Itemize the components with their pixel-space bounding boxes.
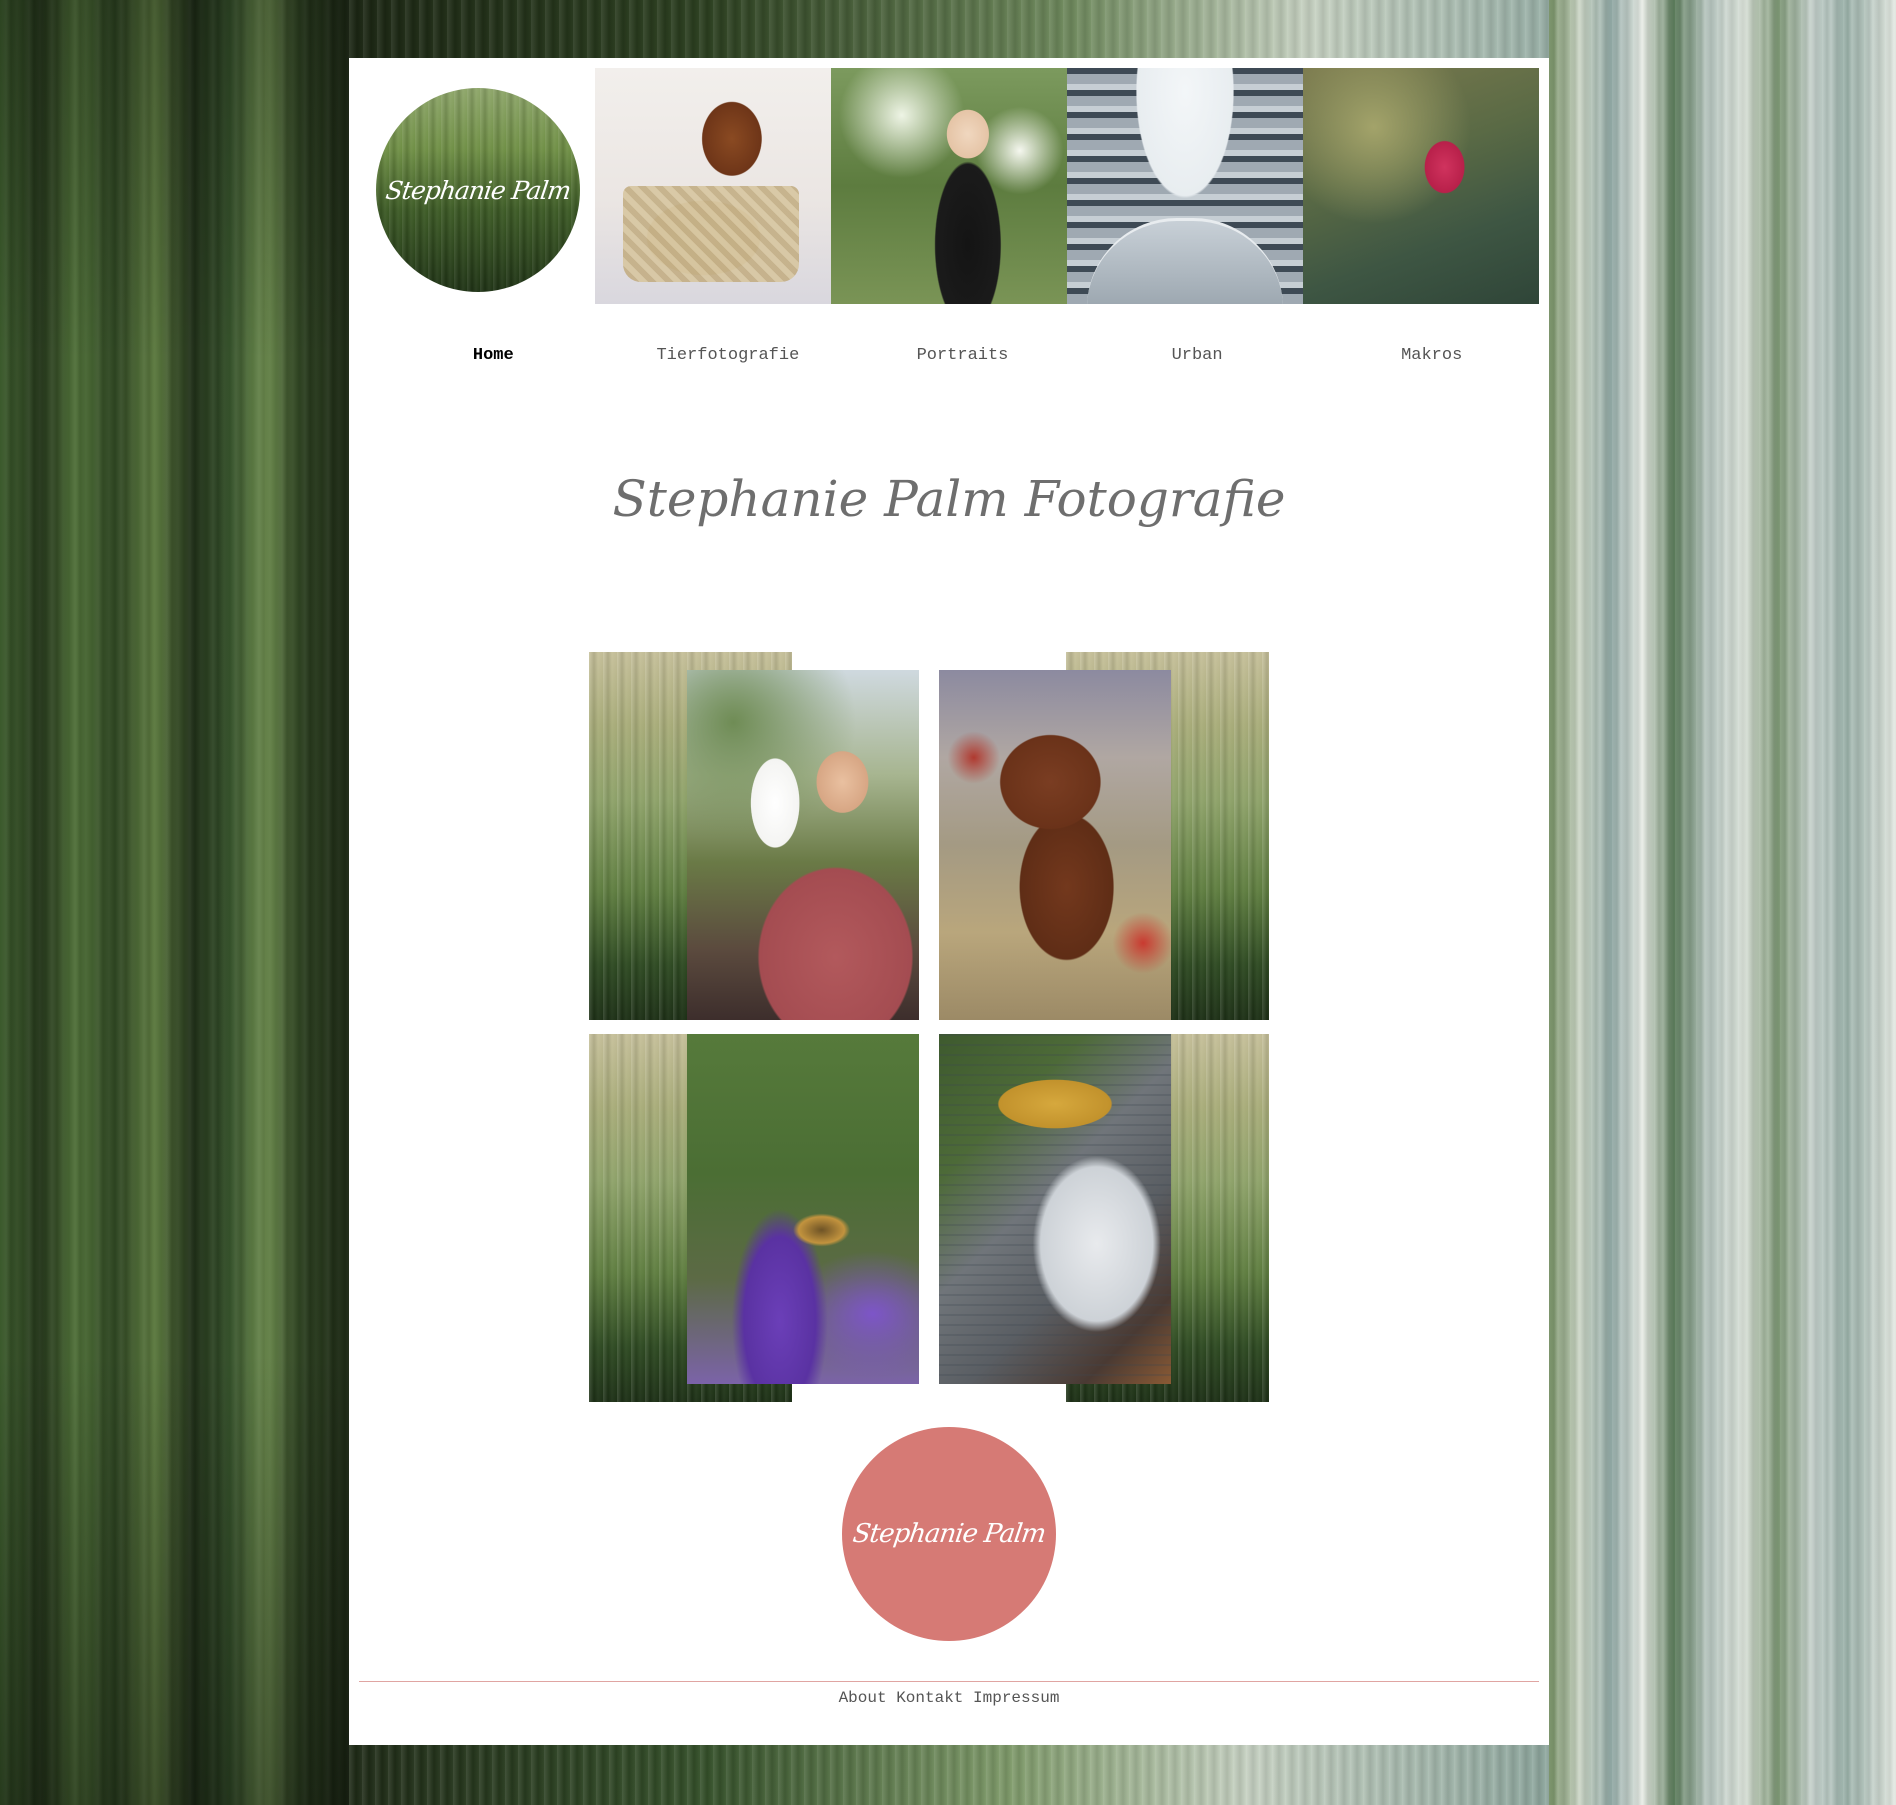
header-photo-urban xyxy=(1067,68,1303,304)
background-blur-right xyxy=(1549,0,1896,1805)
gallery-tile-cockatoo[interactable] xyxy=(589,652,919,1020)
nav-item-home[interactable]: Home xyxy=(376,346,611,365)
nav-item-portraits[interactable]: Portraits xyxy=(845,346,1080,365)
nav-item-tierfotografie[interactable]: Tierfotografie xyxy=(611,346,846,365)
footer-divider xyxy=(359,1681,1539,1682)
page-container: Stephanie Palm Home Tierfotografie Portr… xyxy=(349,58,1549,1745)
footer-links: About Kontakt Impressum xyxy=(349,1689,1549,1707)
header-photo-strip xyxy=(595,68,1539,304)
gallery-photo-bee xyxy=(687,1034,919,1384)
footer-logo-signature: Stephanie Palm xyxy=(850,1519,1048,1549)
main-navigation: Home Tierfotografie Portraits Urban Makr… xyxy=(349,346,1549,365)
gallery-tile-city[interactable] xyxy=(939,1034,1269,1402)
header-photo-puppy xyxy=(595,68,831,304)
site-logo[interactable]: Stephanie Palm xyxy=(376,88,580,292)
nav-item-urban[interactable]: Urban xyxy=(1080,346,1315,365)
gallery-photo-dachshund xyxy=(939,670,1171,1020)
background-blur-left xyxy=(0,0,349,1805)
header-photo-portrait xyxy=(831,68,1067,304)
gallery-tile-bee[interactable] xyxy=(589,1034,919,1402)
gallery-tile-dachshund[interactable] xyxy=(939,652,1269,1020)
gallery-photo-city xyxy=(939,1034,1171,1384)
logo-signature: Stephanie Palm xyxy=(383,175,573,205)
nav-item-makros[interactable]: Makros xyxy=(1314,346,1549,365)
page-title: Stephanie Palm Fotografie xyxy=(612,470,1286,528)
footer-link-about[interactable]: About xyxy=(839,1689,887,1707)
footer-logo[interactable]: Stephanie Palm xyxy=(842,1427,1056,1641)
background-blur-top xyxy=(349,0,1549,58)
background-blur-bottom xyxy=(349,1745,1549,1805)
header-photo-macro xyxy=(1303,68,1539,304)
footer-link-kontakt[interactable]: Kontakt xyxy=(896,1689,963,1707)
footer-link-impressum[interactable]: Impressum xyxy=(973,1689,1059,1707)
gallery-photo-cockatoo xyxy=(687,670,919,1020)
